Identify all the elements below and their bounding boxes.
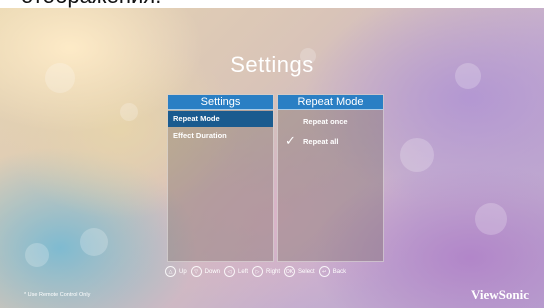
remote-only-note: * Use Remote Control Only xyxy=(24,292,91,298)
hint-select: OK Select xyxy=(284,266,315,277)
bokeh-light xyxy=(400,138,434,172)
hint-up: △ Up xyxy=(165,266,187,277)
hint-left: ◁ Left xyxy=(224,266,248,277)
hint-label: Down xyxy=(204,268,221,275)
caption-text: отображения. xyxy=(21,0,161,8)
page-title: Settings xyxy=(230,52,314,77)
down-icon: ▽ xyxy=(190,266,202,277)
hint-label: Up xyxy=(179,268,187,275)
hint-label: Back xyxy=(332,268,347,275)
remote-hints-bar: △ Up ▽ Down ◁ Left ▷ Right OK Select ↩ B… xyxy=(165,265,350,278)
bokeh-light xyxy=(120,103,138,121)
bokeh-light xyxy=(80,228,108,256)
hint-label: Right xyxy=(266,268,281,275)
tv-screen: Settings Settings Repeat Mode Effect Dur… xyxy=(0,8,544,308)
settings-menu-header: Settings xyxy=(168,95,273,110)
up-icon: △ xyxy=(165,266,176,277)
bokeh-light xyxy=(475,203,507,235)
repeat-mode-header: Repeat Mode xyxy=(278,95,383,110)
hint-down: ▽ Down xyxy=(190,266,221,277)
option-label: Repeat once xyxy=(303,117,348,126)
hint-back: ↩ Back xyxy=(318,266,347,277)
option-repeat-once[interactable]: Repeat once xyxy=(278,114,383,130)
bokeh-light xyxy=(25,243,49,267)
hint-right: ▷ Right xyxy=(252,266,280,277)
back-icon: ↩ xyxy=(318,266,330,277)
right-icon: ▷ xyxy=(252,266,264,277)
option-repeat-all[interactable]: ✓ Repeat all xyxy=(278,133,383,150)
checkmark-icon: ✓ xyxy=(285,133,296,148)
left-icon: ◁ xyxy=(224,266,236,277)
menu-item-effect-duration[interactable]: Effect Duration xyxy=(168,128,273,144)
repeat-mode-panel: Repeat Mode Repeat once ✓ Repeat all xyxy=(277,94,384,262)
ok-icon: OK xyxy=(284,266,296,277)
settings-menu-panel: Settings Repeat Mode Effect Duration xyxy=(167,94,274,262)
hint-label: Select xyxy=(298,268,315,275)
option-label: Repeat all xyxy=(303,137,339,146)
viewsonic-logo: ViewSonic xyxy=(470,287,529,302)
hint-label: Left xyxy=(238,268,249,275)
menu-item-repeat-mode[interactable]: Repeat Mode xyxy=(168,111,273,127)
page-caption: отображения. xyxy=(0,0,544,8)
